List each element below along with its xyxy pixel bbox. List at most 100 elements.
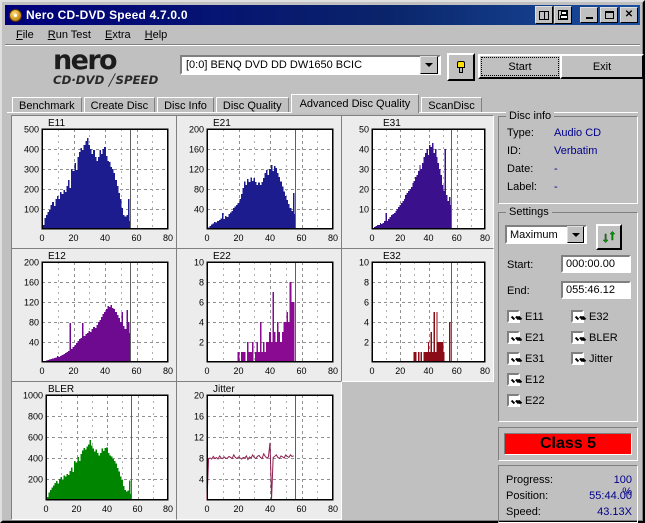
svg-text:40: 40: [359, 145, 369, 155]
checkbox-e21-box: [507, 331, 520, 344]
chart-jitter-title: Jitter: [213, 384, 235, 395]
svg-text:6: 6: [199, 298, 204, 308]
settings-legend: Settings: [506, 206, 552, 218]
disc-info-label-key: Label:: [507, 181, 537, 193]
checkbox-e32[interactable]: E32: [571, 310, 609, 323]
exit-button[interactable]: Exit: [560, 54, 644, 79]
refresh-button[interactable]: [596, 224, 622, 250]
svg-text:10: 10: [359, 205, 369, 215]
svg-text:300: 300: [24, 165, 39, 175]
chart-e22: 2 4 6 8 10 0 20 40 60 80 E22: [176, 248, 342, 382]
close-button[interactable]: ✕: [620, 7, 638, 23]
tab-benchmark[interactable]: Benchmark: [12, 97, 82, 113]
disc-info-label-value: -: [554, 181, 558, 193]
nero-cd-dvd-speed-window: Nero CD-DVD Speed 4.7.0.0 ✕ File Run Tes…: [0, 0, 645, 523]
checkbox-e21[interactable]: E21: [507, 331, 545, 344]
checkbox-jitter[interactable]: Jitter: [571, 352, 613, 365]
nero-logo: nero CD·DVD ╱SPEED: [53, 47, 178, 88]
status-progress-key: Progress:: [506, 474, 554, 486]
start-button[interactable]: Start: [478, 54, 562, 79]
drive-select-arrow-button[interactable]: [420, 56, 438, 74]
svg-text:40: 40: [265, 366, 275, 376]
end-time-label: End:: [507, 285, 530, 297]
checkbox-e22-box: [507, 394, 520, 407]
svg-text:20: 20: [395, 233, 405, 243]
tab-create-disc[interactable]: Create Disc: [83, 97, 156, 113]
svg-text:20: 20: [68, 233, 78, 243]
maximize-button[interactable]: [600, 7, 618, 23]
checkbox-e12[interactable]: E12: [507, 373, 545, 386]
speed-select-arrow-button[interactable]: [567, 226, 584, 243]
end-time-value: 055:46.12: [566, 284, 615, 296]
menu-item-extra[interactable]: Extra: [98, 27, 138, 43]
checkbox-e31-box: [507, 352, 520, 365]
plug-icon: [454, 60, 468, 74]
status-position-key: Position:: [506, 490, 549, 502]
svg-text:2: 2: [364, 338, 369, 348]
svg-text:200: 200: [24, 185, 39, 195]
svg-text:1000: 1000: [23, 391, 43, 401]
chart-e32: 2 4 6 8 10 0 20 40 60 80 E32: [341, 248, 494, 382]
tab-scandisc[interactable]: ScanDisc: [421, 97, 482, 113]
save-button[interactable]: [554, 6, 572, 24]
svg-text:120: 120: [24, 298, 39, 308]
clipboard-icon: [539, 10, 549, 20]
end-time-field[interactable]: 055:46.12: [561, 281, 631, 299]
checkbox-e31[interactable]: E31: [507, 352, 545, 365]
svg-text:400: 400: [24, 145, 39, 155]
svg-text:0: 0: [204, 366, 209, 376]
drive-select[interactable]: [0:0] BENQ DVD DD DW1650 BCIC: [180, 55, 441, 75]
chart-jitter: 4 8 12 16 20 0 20 40 60 80 Jitter: [176, 381, 342, 520]
checkbox-e22-label: E22: [525, 394, 545, 407]
checkbox-e32-label: E32: [589, 310, 609, 323]
drive-options-button[interactable]: [447, 53, 475, 81]
checkbox-bler[interactable]: BLER: [571, 331, 618, 344]
checkbox-e11[interactable]: E11: [507, 310, 544, 323]
menu-item-help[interactable]: Help: [138, 27, 175, 43]
menu-item-run-test[interactable]: Run Test: [41, 27, 98, 43]
svg-text:0: 0: [369, 366, 374, 376]
disc-info-date-value: -: [554, 163, 558, 175]
svg-text:8: 8: [364, 278, 369, 288]
chart-e21: 40 80 120 160 200 0 20 40 60 80 E21: [176, 115, 342, 249]
chart-e32-canvas: 2 4 6 8 10 0 20 40 60 80: [359, 258, 490, 377]
svg-text:4: 4: [364, 318, 369, 328]
svg-text:20: 20: [395, 366, 405, 376]
svg-text:40: 40: [194, 205, 204, 215]
checkbox-e22[interactable]: E22: [507, 394, 545, 407]
checkbox-e31-label: E31: [525, 352, 545, 365]
copy-to-clipboard-button[interactable]: [535, 6, 553, 24]
status-group: Progress: 100 % Position: 55:44.00 Speed…: [498, 465, 638, 523]
chart-e12-title: E12: [48, 251, 66, 262]
minimize-button[interactable]: [580, 7, 598, 23]
quality-class-group: Class 5: [498, 427, 638, 461]
speed-select[interactable]: Maximum: [505, 225, 587, 244]
tab-disc-quality[interactable]: Disc Quality: [215, 97, 289, 113]
disc-info-type-key: Type:: [507, 127, 534, 139]
status-speed-value: 43.13X: [597, 506, 632, 518]
window-title: Nero CD-DVD Speed 4.7.0.0: [26, 8, 188, 22]
svg-text:60: 60: [131, 366, 141, 376]
drive-select-value: [0:0] BENQ DVD DD DW1650 BCIC: [186, 59, 363, 71]
svg-text:50: 50: [359, 125, 369, 135]
svg-text:160: 160: [189, 145, 204, 155]
start-time-field[interactable]: 000:00.00: [561, 255, 631, 273]
disc-info-id-key: ID:: [507, 145, 522, 157]
svg-text:60: 60: [452, 233, 462, 243]
checkbox-jitter-box: [571, 352, 584, 365]
checkbox-e21-label: E21: [525, 331, 545, 344]
quality-class-label: Class 5: [539, 435, 597, 452]
disc-info-type-value: Audio CD: [554, 127, 602, 139]
svg-text:80: 80: [163, 233, 173, 243]
minimize-icon: [585, 17, 593, 19]
tab-advanced-disc-quality[interactable]: Advanced Disc Quality: [290, 94, 420, 113]
start-time-label: Start:: [507, 259, 534, 271]
svg-text:80: 80: [29, 318, 39, 328]
window-inner-frame: Nero CD-DVD Speed 4.7.0.0 ✕ File Run Tes…: [2, 2, 644, 523]
title-bar: Nero CD-DVD Speed 4.7.0.0 ✕: [5, 5, 640, 25]
svg-text:600: 600: [28, 433, 43, 443]
svg-text:2: 2: [199, 338, 204, 348]
menu-item-file[interactable]: File: [9, 27, 41, 43]
tab-disc-info[interactable]: Disc Info: [157, 97, 214, 113]
tab-benchmark-label: Benchmark: [19, 99, 75, 112]
